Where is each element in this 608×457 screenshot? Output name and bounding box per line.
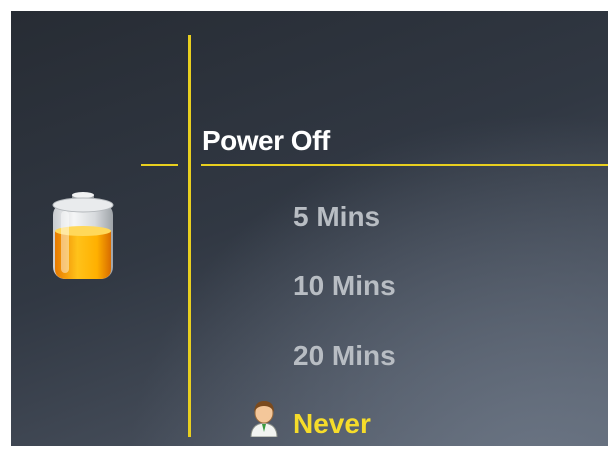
horizontal-divider-left bbox=[141, 164, 178, 166]
user-icon bbox=[250, 401, 278, 437]
battery-icon bbox=[52, 192, 114, 279]
page-title: Power Off bbox=[202, 125, 330, 156]
option-5-mins[interactable]: 5 Mins bbox=[293, 201, 380, 233]
option-20-mins[interactable]: 20 Mins bbox=[293, 340, 396, 372]
option-never[interactable]: Never bbox=[293, 408, 371, 440]
vertical-divider bbox=[188, 35, 191, 437]
option-10-mins[interactable]: 10 Mins bbox=[293, 270, 396, 302]
power-off-screen: Power Off 5 Mins 10 Mins 20 Mins Never bbox=[11, 11, 608, 446]
horizontal-divider-right bbox=[201, 164, 608, 166]
